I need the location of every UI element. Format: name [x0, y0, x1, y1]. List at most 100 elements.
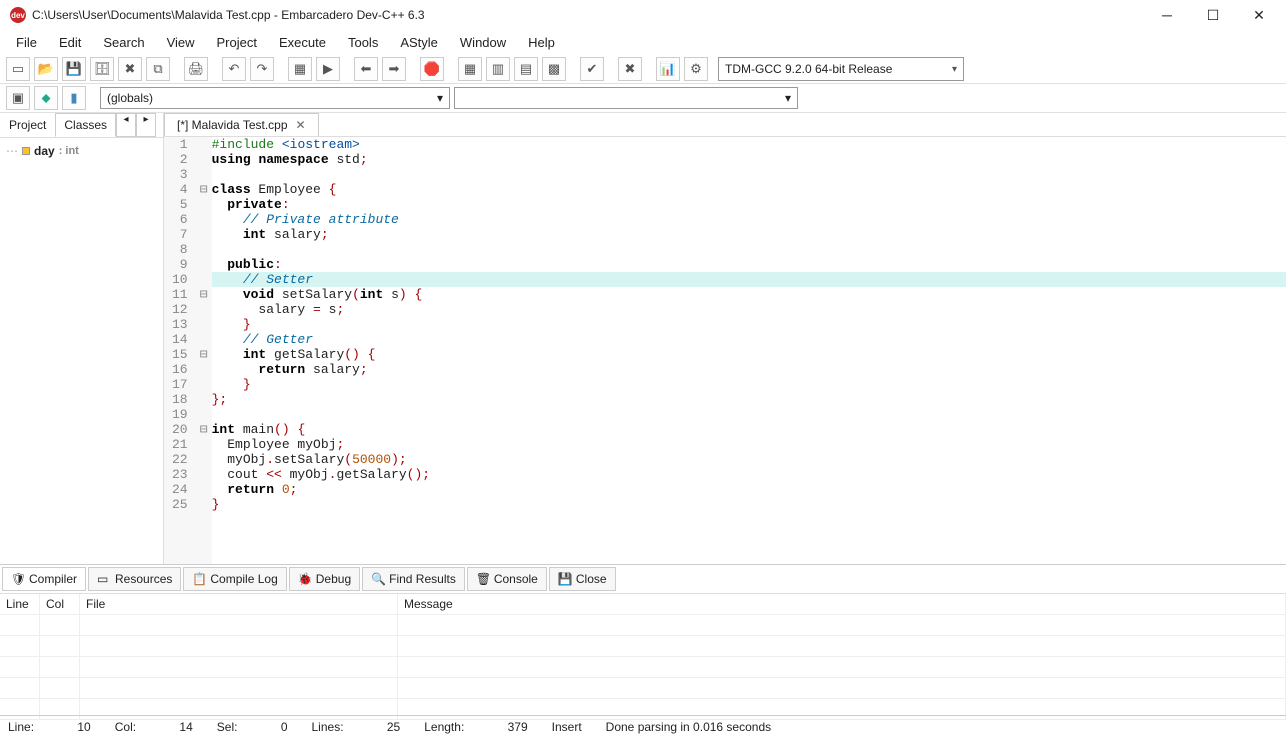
grid-cell[interactable]	[0, 657, 40, 678]
code-line[interactable]: using namespace std;	[212, 152, 1286, 167]
code-line[interactable]	[212, 242, 1286, 257]
grid-cell[interactable]	[40, 636, 80, 657]
panel-button[interactable]: ▥	[486, 57, 510, 81]
grid-cell[interactable]	[398, 615, 1286, 636]
menu-execute[interactable]: Execute	[269, 32, 336, 53]
maximize-button[interactable]: ☐	[1190, 0, 1236, 30]
close-icon[interactable]: ✕	[296, 118, 306, 132]
code-line[interactable]: }	[212, 497, 1286, 512]
code-editor[interactable]: 1234567891011121314151617181920212223242…	[164, 137, 1286, 564]
new-button[interactable]: ▭	[6, 57, 30, 81]
code-line[interactable]: // Getter	[212, 332, 1286, 347]
panel2-button[interactable]: ▤	[514, 57, 538, 81]
side-prev-button[interactable]: ◂	[116, 113, 136, 137]
code-line[interactable]: int main() {	[212, 422, 1286, 437]
bottom-tab-console[interactable]: 🗑Console	[467, 567, 547, 591]
tab-project[interactable]: Project	[0, 113, 55, 137]
cancel-button[interactable]: ✖	[618, 57, 642, 81]
code-line[interactable]: void setSalary(int s) {	[212, 287, 1286, 302]
code-line[interactable]: myObj.setSalary(50000);	[212, 452, 1286, 467]
menu-file[interactable]: File	[6, 32, 47, 53]
print-button[interactable]: 🖨	[184, 57, 208, 81]
undo-button[interactable]: ↶	[222, 57, 246, 81]
code-line[interactable]: // Setter	[212, 272, 1286, 287]
grid-cell[interactable]	[0, 678, 40, 699]
code-line[interactable]: }	[212, 377, 1286, 392]
code-line[interactable]: };	[212, 392, 1286, 407]
grid-cell[interactable]	[80, 678, 398, 699]
compile-button[interactable]: ▦	[288, 57, 312, 81]
grid-button[interactable]: ▦	[458, 57, 482, 81]
code-line[interactable]	[212, 407, 1286, 422]
run-button[interactable]: ▶	[316, 57, 340, 81]
chart-button[interactable]: 📊	[656, 57, 680, 81]
tab-classes[interactable]: Classes	[55, 113, 116, 137]
menu-project[interactable]: Project	[207, 32, 267, 53]
compiler-selector[interactable]: TDM-GCC 9.2.0 64-bit Release▾	[718, 57, 964, 81]
code-line[interactable]: Employee myObj;	[212, 437, 1286, 452]
scope-dropdown[interactable]: (globals) ▾	[100, 87, 450, 109]
bottom-tab-debug[interactable]: 🐞Debug	[289, 567, 360, 591]
file-tab[interactable]: [*] Malavida Test.cpp ✕	[164, 113, 319, 136]
bottom-tab-find-results[interactable]: 🔍Find Results	[362, 567, 465, 591]
grid-cell[interactable]	[80, 615, 398, 636]
code-line[interactable]: return salary;	[212, 362, 1286, 377]
code-line[interactable]: salary = s;	[212, 302, 1286, 317]
fold-toggle[interactable]: ⊟	[196, 347, 212, 362]
code-line[interactable]: return 0;	[212, 482, 1286, 497]
code-line[interactable]: int salary;	[212, 227, 1286, 242]
fold-toggle[interactable]: ⊟	[196, 182, 212, 197]
open-button[interactable]: 📂	[34, 57, 58, 81]
gears-button[interactable]: ⚙	[684, 57, 708, 81]
side-next-button[interactable]: ▸	[136, 113, 156, 137]
goto-button[interactable]: ▣	[6, 86, 30, 110]
code-line[interactable]: private:	[212, 197, 1286, 212]
grid-cell[interactable]	[398, 678, 1286, 699]
code-line[interactable]: // Private attribute	[212, 212, 1286, 227]
close-button[interactable]: ✕	[1236, 0, 1282, 30]
grid-cell[interactable]	[398, 657, 1286, 678]
grid-cell[interactable]	[80, 636, 398, 657]
fold-toggle[interactable]: ⊟	[196, 422, 212, 437]
grid-cell[interactable]	[40, 615, 80, 636]
menu-help[interactable]: Help	[518, 32, 565, 53]
bottom-tab-resources[interactable]: ▭Resources	[88, 567, 181, 591]
message-grid[interactable]: LineColFileMessage	[0, 593, 1286, 715]
panel3-button[interactable]: ▩	[542, 57, 566, 81]
code-line[interactable]: public:	[212, 257, 1286, 272]
menu-window[interactable]: Window	[450, 32, 516, 53]
bottom-tab-compile-log[interactable]: 📋Compile Log	[183, 567, 286, 591]
grid-cell[interactable]	[40, 678, 80, 699]
class-tree[interactable]: ⋯ day : int	[0, 138, 163, 164]
save-button[interactable]: 💾	[62, 57, 86, 81]
close-button[interactable]: ✖	[118, 57, 142, 81]
code-line[interactable]: cout << myObj.getSalary();	[212, 467, 1286, 482]
redo-button[interactable]: ↷	[250, 57, 274, 81]
bottom-tab-close[interactable]: 💾Close	[549, 567, 616, 591]
grid-cell[interactable]	[80, 657, 398, 678]
fwd-button[interactable]: ➡	[382, 57, 406, 81]
code-line[interactable]	[212, 167, 1286, 182]
grid-cell[interactable]	[40, 657, 80, 678]
code-line[interactable]: }	[212, 317, 1286, 332]
bookmark-list-button[interactable]: ▮	[62, 86, 86, 110]
member-dropdown[interactable]: ▾	[454, 87, 798, 109]
minimize-button[interactable]: ─	[1144, 0, 1190, 30]
menu-astyle[interactable]: AStyle	[390, 32, 448, 53]
save-all-button[interactable]: 🗄	[90, 57, 114, 81]
close-all-button[interactable]: ⧉	[146, 57, 170, 81]
code-line[interactable]: #include <iostream>	[212, 137, 1286, 152]
back-button[interactable]: ⬅	[354, 57, 378, 81]
menu-edit[interactable]: Edit	[49, 32, 91, 53]
grid-cell[interactable]	[398, 636, 1286, 657]
code-line[interactable]: int getSalary() {	[212, 347, 1286, 362]
code-line[interactable]: class Employee {	[212, 182, 1286, 197]
menu-search[interactable]: Search	[93, 32, 154, 53]
grid-cell[interactable]	[0, 615, 40, 636]
check-button[interactable]: ✔	[580, 57, 604, 81]
break-button[interactable]: 🛑	[420, 57, 444, 81]
bookmark-add-button[interactable]: ⬥	[34, 86, 58, 110]
class-node-day[interactable]: ⋯ day : int	[6, 144, 157, 158]
grid-cell[interactable]	[0, 636, 40, 657]
bottom-tab-compiler[interactable]: 🛡Compiler	[2, 567, 86, 591]
